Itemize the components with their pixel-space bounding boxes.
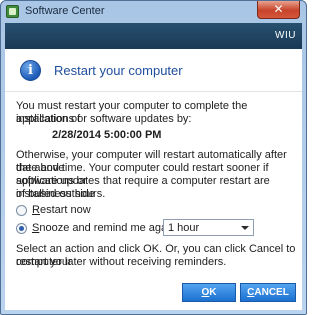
restart-now-mnemonic: R [32,204,40,216]
snooze-interval-select[interactable]: 1 hour [163,219,254,236]
cancel-button[interactable]: CANCEL [240,283,296,302]
snooze-radio[interactable] [16,223,27,234]
close-button[interactable]: ✕ [257,1,300,19]
software-center-icon [6,5,19,18]
brand-label: WIU [275,30,296,41]
dialog-window: Software Center ✕ WIU i Restart your com… [0,0,307,315]
ok-text: K [209,287,217,298]
restart-now-radio[interactable] [16,205,27,216]
snooze-interval-value: 1 hour [168,222,200,234]
message-line-2: applications or software updates by: [16,113,192,125]
info-icon: i [20,60,41,81]
chevron-down-icon[interactable] [241,226,249,230]
dialog-content: i Restart your computer You must restart… [5,49,302,310]
restart-deadline: 2/28/2014 5:00:00 PM [52,129,162,141]
title-bar[interactable]: Software Center ✕ [1,1,306,23]
dialog-heading: Restart your computer [54,63,183,78]
banner: i Restart your computer [5,49,302,92]
restart-now-label[interactable]: Restart now [32,204,91,216]
restart-now-text: estart now [39,204,91,216]
message-paragraph-line-4: of business hours. [16,188,106,200]
ok-button[interactable]: OK [182,283,236,302]
header-strip: WIU [5,23,302,49]
cancel-text: ANCEL [254,287,289,298]
footer-line-2: computer later without receiving reminde… [16,256,227,268]
close-icon: ✕ [273,2,284,16]
window-title: Software Center [25,5,105,17]
